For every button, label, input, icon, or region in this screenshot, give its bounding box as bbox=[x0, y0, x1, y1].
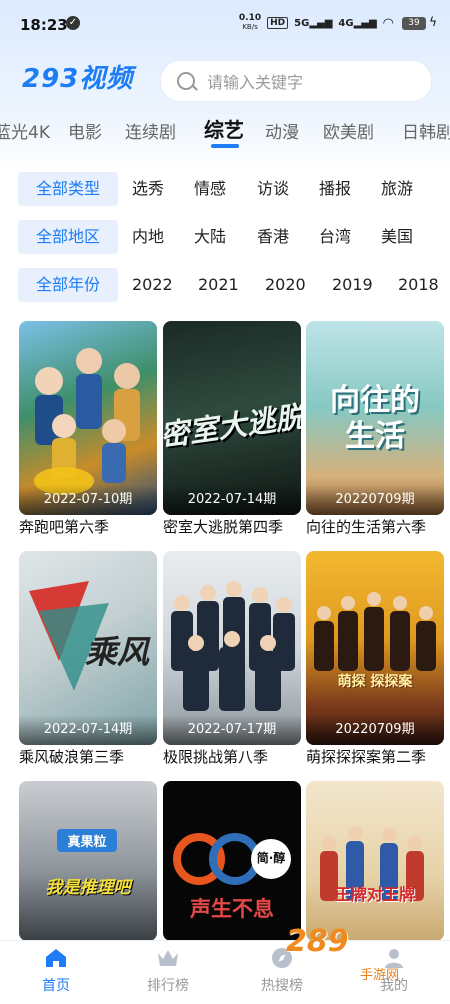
nav-ranking[interactable]: 排行榜 bbox=[118, 947, 218, 995]
status-time: 18:23 bbox=[20, 16, 68, 34]
filter-option[interactable]: 台湾 bbox=[319, 220, 351, 254]
wifi-icon: ◠ bbox=[382, 15, 394, 31]
poster-image[interactable]: 王牌对王牌 bbox=[306, 781, 444, 941]
tab-jp-kr-drama[interactable]: 日韩剧 bbox=[402, 118, 450, 143]
filter-option[interactable]: 2020 bbox=[265, 268, 306, 302]
episode-date: 20220709期 bbox=[306, 715, 444, 745]
video-title[interactable]: 向往的生活第六季 bbox=[306, 516, 450, 537]
poster-image[interactable]: 密室大逃脱 2022-07-14期 bbox=[163, 321, 301, 515]
tab-bluray-4k[interactable]: 蓝光4K bbox=[0, 118, 50, 143]
poster-image[interactable]: 简·醇 声生不息 bbox=[163, 781, 301, 941]
episode-date: 2022-07-14期 bbox=[19, 715, 157, 745]
filter-option[interactable]: 选秀 bbox=[132, 172, 164, 206]
signal-5g-icon: 5G▂▄▆ bbox=[294, 17, 333, 29]
home-icon bbox=[46, 949, 66, 967]
video-title[interactable]: 密室大逃脱第四季 bbox=[163, 516, 313, 537]
episode-date: 2022-07-10期 bbox=[19, 485, 157, 515]
filter-all-types[interactable]: 全部类型 bbox=[18, 172, 118, 206]
filter-row-type: 全部类型 选秀 情感 访谈 播报 旅游 bbox=[0, 172, 450, 208]
filter-option[interactable]: 2021 bbox=[198, 268, 239, 302]
tab-indicator bbox=[211, 144, 239, 148]
filter-row-region: 全部地区 内地 大陆 香港 台湾 美国 bbox=[0, 220, 450, 256]
filter-all-regions[interactable]: 全部地区 bbox=[18, 220, 118, 254]
search-box[interactable] bbox=[160, 60, 432, 103]
app-logo: 293视频 bbox=[22, 64, 134, 94]
poster-brand-art: 简·醇 bbox=[256, 851, 286, 865]
poster-title-art: 向往的生活 bbox=[330, 383, 420, 454]
tab-anime[interactable]: 动漫 bbox=[265, 118, 299, 143]
poster-title-art: 萌探 探探案 bbox=[337, 674, 413, 690]
tab-variety[interactable]: 综艺 bbox=[204, 114, 244, 143]
filter-option[interactable]: 播报 bbox=[319, 172, 351, 206]
poster-image[interactable]: 2022-07-10期 bbox=[19, 321, 157, 515]
watermark-number: 289 bbox=[286, 924, 349, 959]
search-input[interactable] bbox=[205, 61, 419, 103]
net-speed: 0.10 KB/s bbox=[238, 13, 262, 32]
filter-option[interactable]: 香港 bbox=[257, 220, 289, 254]
poster-title-art: 乘风 bbox=[84, 633, 149, 671]
tab-movie[interactable]: 电影 bbox=[68, 118, 102, 143]
crown-icon bbox=[158, 950, 178, 966]
episode-date: 20220709期 bbox=[306, 485, 444, 515]
charging-icon: ϟ bbox=[429, 15, 437, 29]
filter-option[interactable]: 旅游 bbox=[381, 172, 413, 206]
tab-western-drama[interactable]: 欧美剧 bbox=[323, 118, 374, 143]
filter-row-year: 全部年份 2022 2021 2020 2019 2018 bbox=[0, 268, 450, 304]
battery-icon: 39 bbox=[402, 17, 426, 30]
video-title[interactable]: 极限挑战第八季 bbox=[163, 746, 313, 767]
filter-option[interactable]: 访谈 bbox=[257, 172, 289, 206]
filter-option[interactable]: 2019 bbox=[332, 268, 373, 302]
video-title[interactable]: 萌探探探案第二季 bbox=[306, 746, 450, 767]
check-icon: ✓ bbox=[66, 16, 80, 30]
episode-date: 2022-07-14期 bbox=[163, 485, 301, 515]
filter-option[interactable]: 内地 bbox=[132, 220, 164, 254]
poster-image[interactable]: 乘风 2022-07-14期 bbox=[19, 551, 157, 745]
nav-home[interactable]: 首页 bbox=[6, 947, 106, 995]
poster-image[interactable]: 萌探 探探案 20220709期 bbox=[306, 551, 444, 745]
episode-date: 2022-07-17期 bbox=[163, 715, 301, 745]
poster-art bbox=[173, 833, 291, 885]
poster-title-art: 我是推理吧 bbox=[45, 878, 131, 898]
tab-series[interactable]: 连续剧 bbox=[125, 118, 176, 143]
video-title[interactable]: 奔跑吧第六季 bbox=[19, 516, 169, 537]
filter-option[interactable]: 2022 bbox=[132, 268, 173, 302]
search-icon bbox=[177, 72, 195, 90]
watermark-logo: 289 手游网 bbox=[280, 920, 450, 1000]
poster-title-art: 密室大逃脱 bbox=[163, 399, 301, 453]
poster-title-art: 王牌对王牌 bbox=[334, 885, 415, 904]
nav-ranking-label: 排行榜 bbox=[147, 978, 189, 994]
filter-all-years[interactable]: 全部年份 bbox=[18, 268, 118, 302]
nav-home-label: 首页 bbox=[42, 978, 70, 994]
hd-icon: HD bbox=[267, 17, 289, 29]
poster-image[interactable]: 2022-07-17期 bbox=[163, 551, 301, 745]
watermark-sub: 手游网 bbox=[360, 968, 400, 983]
poster-art bbox=[320, 826, 424, 901]
poster-title-art: 声生不息 bbox=[190, 897, 274, 921]
video-title[interactable]: 乘风破浪第三季 bbox=[19, 746, 169, 767]
filter-option[interactable]: 美国 bbox=[381, 220, 413, 254]
poster-image[interactable]: 真果粒 我是推理吧 bbox=[19, 781, 157, 941]
signal-4g-icon: 4G▂▄▆ bbox=[338, 17, 377, 29]
filter-option[interactable]: 情感 bbox=[194, 172, 226, 206]
poster-brand-art: 真果粒 bbox=[57, 829, 117, 852]
status-indicators: 0.10 KB/s HD 5G▂▄▆ 4G▂▄▆ ◠ bbox=[239, 14, 394, 32]
status-bar: 18:23 ✓ 0.10 KB/s HD 5G▂▄▆ 4G▂▄▆ ◠ 39 ϟ bbox=[0, 0, 450, 52]
filter-option[interactable]: 2018 bbox=[398, 268, 439, 302]
filter-option[interactable]: 大陆 bbox=[194, 220, 226, 254]
poster-image[interactable]: 向往的生活 20220709期 bbox=[306, 321, 444, 515]
